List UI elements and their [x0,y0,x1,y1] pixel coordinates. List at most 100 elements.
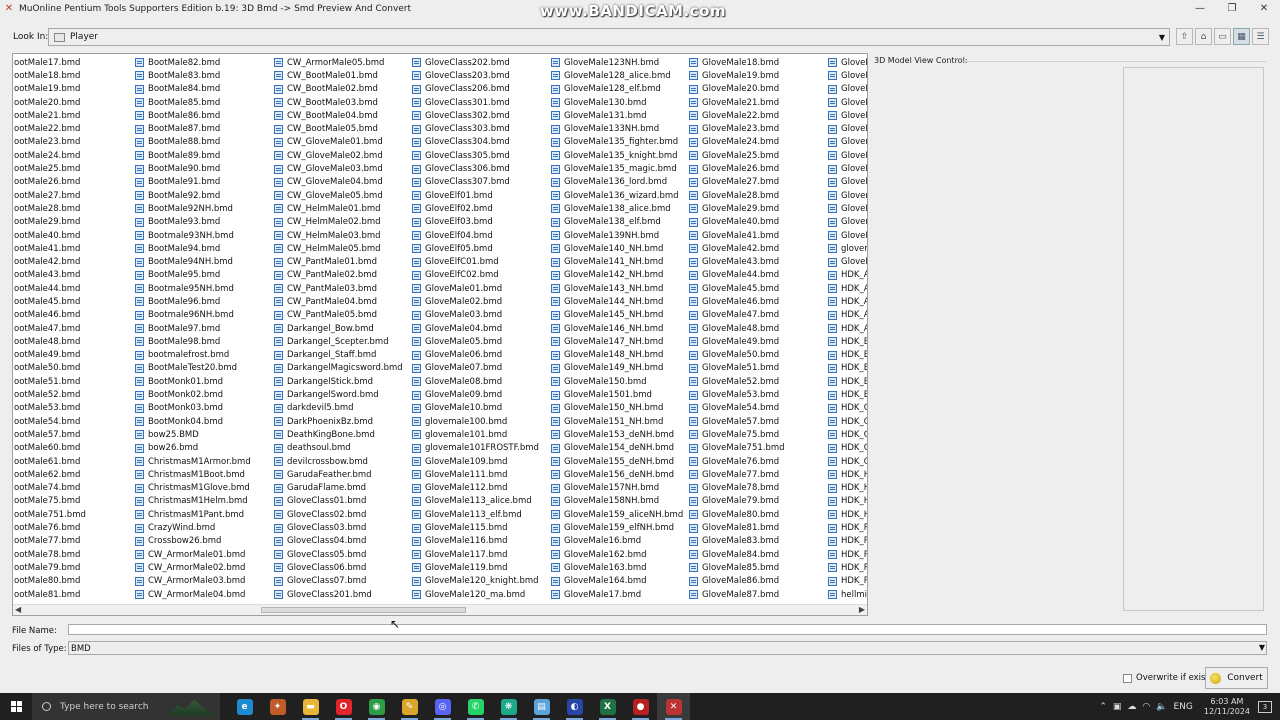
file-item[interactable]: darkdevil5.bmd [274,402,403,415]
file-item[interactable]: GloveMale18.bmd [689,56,785,69]
file-item[interactable]: GloveClass202.bmd [412,56,539,69]
file-item[interactable]: GloveMale52.bmd [689,375,785,388]
file-item[interactable]: GloveMale21.bmd [689,96,785,109]
convert-button[interactable]: Convert [1205,667,1268,689]
file-item[interactable]: bootmalefrost.bmd [135,349,251,362]
file-item[interactable]: GloveMale145_NH.bmd [551,309,683,322]
file-item[interactable]: GloveMale135_knight.bmd [551,149,683,162]
file-item[interactable]: GloveMale17.bmd [551,588,683,601]
file-name-input[interactable] [68,624,1267,635]
file-item[interactable]: GloveMale141_NH.bmd [551,255,683,268]
taskbar-search[interactable]: Type here to search [32,693,220,720]
file-item[interactable]: GloveMale115.bmd [412,521,539,534]
opera-icon[interactable]: O [327,693,360,720]
file-item[interactable]: HDK_B [828,388,867,401]
file-item[interactable]: ootMale44.bmd [13,282,86,295]
file-item[interactable]: ootMale60.bmd [13,442,86,455]
file-item[interactable]: GloveClass305.bmd [412,149,539,162]
file-item[interactable]: GloveMale116.bmd [412,535,539,548]
file-item[interactable]: HDK_H [828,508,867,521]
file-item[interactable]: GloveMale85.bmd [689,561,785,574]
file-item[interactable]: CW_BootMale03.bmd [274,96,403,109]
file-item[interactable]: DarkangelStick.bmd [274,375,403,388]
file-item[interactable]: hellmin [828,588,867,601]
file-item[interactable]: glovemale101FROSTF.bmd [412,442,539,455]
file-item[interactable]: GloveMale26.bmd [689,162,785,175]
file-item[interactable]: DarkPhoenixBz.bmd [274,415,403,428]
file-item[interactable]: bow26.bmd [135,442,251,455]
file-item[interactable]: CrazyWind.bmd [135,521,251,534]
file-item[interactable]: CW_BootMale02.bmd [274,83,403,96]
file-item[interactable]: HDK_G [828,428,867,441]
list-view-button[interactable]: ▦ [1233,28,1250,45]
minimize-button[interactable]: — [1184,0,1216,17]
file-item[interactable]: GloveMale47.bmd [689,309,785,322]
file-item[interactable]: CW_GloveMale01.bmd [274,136,403,149]
file-item[interactable]: GloveMale08.bmd [412,375,539,388]
pentium-tools-icon[interactable]: ✕ [657,693,690,720]
file-item[interactable]: BootMale95.bmd [135,269,251,282]
file-item[interactable]: HDK_H [828,482,867,495]
file-item[interactable]: GloveMale84.bmd [689,548,785,561]
file-item[interactable]: BootMaleTest20.bmd [135,362,251,375]
file-item[interactable]: CW_PantMale02.bmd [274,269,403,282]
file-item[interactable]: ootMale52.bmd [13,388,86,401]
new-folder-button[interactable]: ▭ [1214,28,1231,45]
file-item[interactable]: glovemale100.bmd [412,415,539,428]
file-item[interactable]: GloveMale46.bmd [689,295,785,308]
file-item[interactable]: GloveClass301.bmd [412,96,539,109]
file-item[interactable]: GloveMale120_ma.bmd [412,588,539,601]
file-item[interactable]: GloveMale109.bmd [412,455,539,468]
file-item[interactable]: ChristmasM1Glove.bmd [135,482,251,495]
file-item[interactable]: deathsoul.bmd [274,442,403,455]
file-item[interactable]: BootMale85.bmd [135,96,251,109]
file-item[interactable]: ootMale46.bmd [13,309,86,322]
file-item[interactable]: devilcrossbow.bmd [274,455,403,468]
file-item[interactable]: ootMale48.bmd [13,335,86,348]
file-item[interactable]: GloveMale119.bmd [412,561,539,574]
file-item[interactable]: Darkangel_Bow.bmd [274,322,403,335]
file-item[interactable]: ootMale57.bmd [13,428,86,441]
file-item[interactable]: GloveMale113_alice.bmd [412,495,539,508]
file-item[interactable]: GloveElf03.bmd [412,216,539,229]
file-item[interactable]: GloveMale164.bmd [551,575,683,588]
file-item[interactable]: GloveM [828,56,867,69]
file-item[interactable]: GloveMale79.bmd [689,495,785,508]
file-item[interactable]: GloveMale113_elf.bmd [412,508,539,521]
file-item[interactable]: GloveM [828,109,867,122]
file-item[interactable]: GloveMale02.bmd [412,295,539,308]
app2-icon[interactable]: ◐ [558,693,591,720]
file-item[interactable]: ootMale49.bmd [13,349,86,362]
file-item[interactable]: GloveMale25.bmd [689,149,785,162]
cloud-icon[interactable]: ☁ [1127,702,1136,712]
close-button[interactable]: ✕ [1248,0,1280,17]
file-item[interactable]: CW_HelmMale02.bmd [274,216,403,229]
file-item[interactable]: BootMale94NH.bmd [135,255,251,268]
file-item[interactable]: GloveMale53.bmd [689,388,785,401]
file-item[interactable]: GloveMale150_NH.bmd [551,402,683,415]
file-item[interactable]: GloveClass304.bmd [412,136,539,149]
file-item[interactable]: BootMonk04.bmd [135,415,251,428]
file-item[interactable]: GloveM [828,202,867,215]
file-item[interactable]: ootMale29.bmd [13,216,86,229]
chrome-icon[interactable]: ◉ [360,693,393,720]
file-item[interactable]: GarudaFeather.bmd [274,468,403,481]
file-item[interactable]: BootMale83.bmd [135,69,251,82]
file-item[interactable]: CW_ArmorMale04.bmd [135,588,251,601]
file-item[interactable]: HDK_B [828,335,867,348]
file-item[interactable]: GloveMale07.bmd [412,362,539,375]
file-item[interactable]: ootMale42.bmd [13,255,86,268]
file-item[interactable]: CW_BootMale04.bmd [274,109,403,122]
file-item[interactable]: BootMale98.bmd [135,335,251,348]
file-item[interactable]: GloveMale57.bmd [689,415,785,428]
file-item[interactable]: GloveMale48.bmd [689,322,785,335]
file-item[interactable]: CW_PantMale04.bmd [274,295,403,308]
language-indicator[interactable]: ENG [1173,702,1192,712]
file-item[interactable]: GloveMale135_magic.bmd [551,162,683,175]
file-item[interactable]: GloveMale44.bmd [689,269,785,282]
notification-icon[interactable]: 3 [1258,700,1272,713]
file-list-pane[interactable]: ootMale17.bmd ootMale18.bmd ootMale19.bmd o… [12,53,868,616]
file-item[interactable]: CW_HelmMale01.bmd [274,202,403,215]
file-item[interactable]: GloveMale81.bmd [689,521,785,534]
file-item[interactable]: ootMale18.bmd [13,69,86,82]
